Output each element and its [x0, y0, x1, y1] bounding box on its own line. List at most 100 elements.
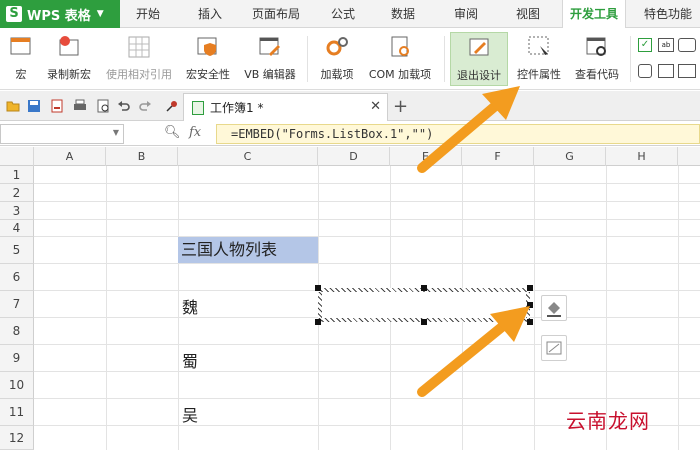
relative-reference-icon: [128, 36, 150, 58]
document-tab-bar: 工作簿1 * ✕ +: [0, 91, 700, 121]
edit-control-button[interactable]: [541, 335, 567, 361]
tab-view[interactable]: 视图: [505, 0, 551, 28]
tab-review[interactable]: 审阅: [443, 0, 489, 28]
shield-icon: [197, 37, 217, 56]
resize-handle[interactable]: [315, 285, 321, 291]
tab-page-layout[interactable]: 页面布局: [244, 0, 308, 28]
design-mode-icon: [469, 38, 489, 56]
row-header[interactable]: 1: [0, 166, 34, 184]
row-header[interactable]: 9: [0, 345, 34, 372]
tab-special-features[interactable]: 特色功能: [636, 0, 700, 28]
resize-handle[interactable]: [421, 285, 427, 291]
checkbox-control-icon[interactable]: ✓: [638, 38, 652, 52]
gridline: [178, 166, 179, 450]
row-header[interactable]: 8: [0, 318, 34, 345]
open-folder-icon[interactable]: [6, 99, 20, 113]
column-header-c[interactable]: C: [178, 147, 318, 166]
name-box[interactable]: ▼: [0, 124, 124, 144]
row-header[interactable]: 3: [0, 202, 34, 220]
relative-reference-button[interactable]: 使用相对引用: [102, 32, 176, 86]
control-properties-button[interactable]: 控件属性: [512, 32, 566, 86]
print-preview-icon[interactable]: [96, 99, 110, 113]
gridline: [34, 263, 700, 264]
row-header[interactable]: 12: [0, 426, 34, 450]
column-header-d[interactable]: D: [318, 147, 390, 166]
option-control-icon[interactable]: [638, 64, 652, 78]
chevron-down-icon[interactable]: ▼: [113, 128, 119, 137]
cell-c11[interactable]: 吴: [182, 402, 198, 426]
tab-data[interactable]: 数据: [380, 0, 426, 28]
row-header[interactable]: 11: [0, 399, 34, 426]
macro-icon: [10, 37, 31, 55]
watermark-text: 云南龙网: [566, 409, 650, 433]
menu-bar: S WPS 表格 ▼ 开始 插入 页面布局 公式 数据 审阅 视图 开发工具 特…: [0, 0, 700, 29]
column-header-row: A B C D E F G H: [0, 147, 700, 166]
resize-handle[interactable]: [527, 285, 533, 291]
com-addins-icon: [391, 36, 409, 57]
macro-security-button[interactable]: 宏安全性: [182, 32, 234, 86]
tab-insert[interactable]: 插入: [187, 0, 233, 28]
app-menu-button[interactable]: S WPS 表格 ▼: [0, 0, 120, 28]
ribbon-separator: [630, 36, 631, 82]
gridline: [34, 371, 700, 372]
undo-icon[interactable]: [117, 99, 131, 113]
gridline: [106, 166, 107, 450]
column-header-g[interactable]: G: [534, 147, 606, 166]
row-header[interactable]: 10: [0, 372, 34, 399]
fx-icon[interactable]: fx: [189, 125, 201, 140]
addins-button[interactable]: 加载项: [316, 32, 358, 86]
app-name: WPS 表格: [27, 8, 91, 24]
save-icon[interactable]: [27, 99, 41, 113]
tab-formula[interactable]: 公式: [320, 0, 366, 28]
annotation-arrow-icon: [417, 306, 530, 397]
close-icon[interactable]: ✕: [370, 99, 381, 114]
vb-editor-button[interactable]: VB 编辑器: [240, 32, 300, 86]
view-code-button[interactable]: 查看代码: [570, 32, 624, 86]
tab-developer[interactable]: 开发工具: [562, 0, 626, 29]
image-control-icon[interactable]: [678, 64, 696, 78]
chevron-down-icon: ▼: [96, 9, 104, 19]
row-header[interactable]: 5: [0, 237, 34, 264]
textbox-control-icon[interactable]: [658, 64, 674, 78]
ribbon-separator: [307, 36, 308, 82]
print-icon[interactable]: [73, 99, 87, 113]
column-header-b[interactable]: B: [106, 147, 178, 166]
cell-c7[interactable]: 魏: [182, 294, 198, 318]
cell-c5[interactable]: 三国人物列表: [178, 237, 318, 263]
add-tab-button[interactable]: +: [393, 96, 408, 117]
gridline: [34, 219, 700, 220]
exit-design-button[interactable]: 退出设计: [450, 32, 508, 86]
button-control-icon[interactable]: [678, 38, 696, 52]
gridline: [678, 166, 679, 450]
gridline: [34, 236, 700, 237]
wps-logo-icon: S: [6, 6, 22, 22]
column-header-h[interactable]: H: [606, 147, 678, 166]
row-header[interactable]: 7: [0, 291, 34, 318]
formula-bar: ▼ 🔍︎ fx =EMBED("Forms.ListBox.1",""): [0, 122, 700, 146]
macro-button[interactable]: 宏: [4, 32, 38, 86]
export-pdf-icon[interactable]: [50, 99, 64, 113]
pin-icon[interactable]: [165, 99, 179, 113]
fill-color-button[interactable]: [541, 295, 567, 321]
tab-workbook-label: 工作簿1 *: [210, 101, 264, 115]
row-header[interactable]: 4: [0, 220, 34, 237]
spreadsheet-icon: [192, 100, 204, 115]
label-control-icon[interactable]: ab: [658, 38, 674, 52]
cell-c9[interactable]: 蜀: [182, 348, 198, 372]
row-header[interactable]: 6: [0, 264, 34, 291]
record-macro-button[interactable]: 录制新宏: [42, 32, 96, 86]
tab-workbook[interactable]: 工作簿1 * ✕: [183, 93, 388, 121]
select-all-corner[interactable]: [0, 147, 34, 166]
resize-handle[interactable]: [315, 319, 321, 325]
vb-editor-icon: [259, 37, 280, 56]
tab-home[interactable]: 开始: [125, 0, 171, 28]
column-header-a[interactable]: A: [34, 147, 106, 166]
control-properties-icon: [528, 36, 549, 55]
gridline: [34, 344, 700, 345]
row-header[interactable]: 2: [0, 184, 34, 202]
zoom-icon[interactable]: 🔍︎: [164, 125, 181, 140]
gridline: [34, 398, 700, 399]
record-macro-icon: [59, 36, 79, 56]
com-addins-button[interactable]: COM 加载项: [364, 32, 436, 86]
redo-icon[interactable]: [138, 99, 152, 113]
